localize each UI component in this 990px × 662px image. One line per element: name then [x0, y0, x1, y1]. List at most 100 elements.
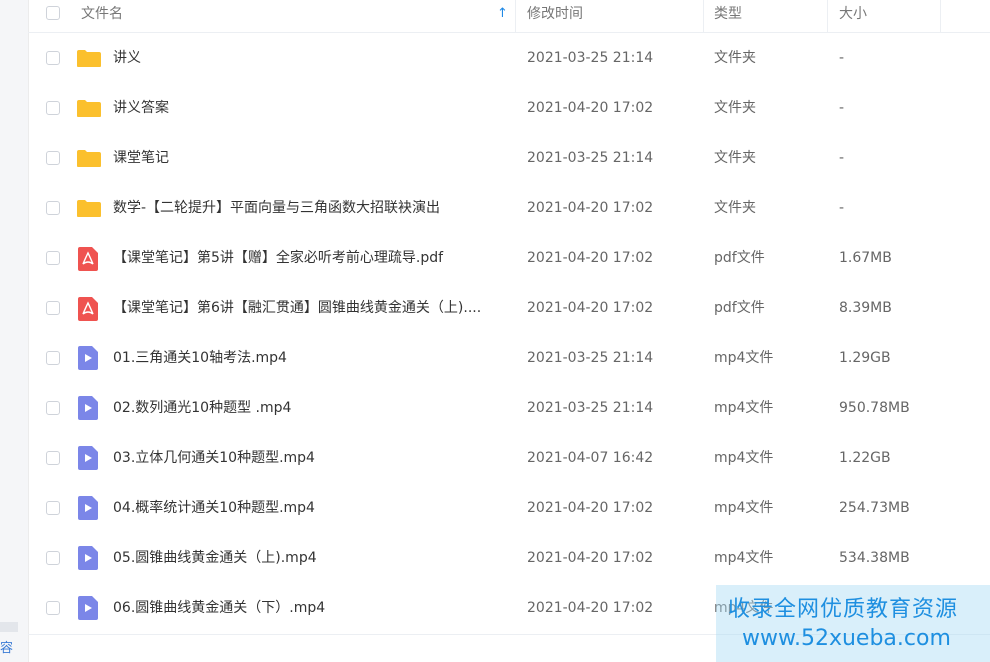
file-type: 文件夹 — [714, 200, 756, 216]
file-type: mp4文件 — [714, 450, 774, 466]
column-header-type[interactable]: 类型 — [714, 0, 742, 32]
file-type: pdf文件 — [714, 250, 765, 266]
file-name[interactable]: 06.圆锥曲线黄金通关（下）.mp4 — [113, 583, 325, 633]
file-size: 1.67MB — [839, 250, 892, 266]
file-row[interactable]: 【课堂笔记】第6讲【融汇贯通】圆锥曲线黄金通关（上).... 2021-04-2… — [28, 283, 990, 333]
file-rows: 讲义 2021-03-25 21:14 文件夹 - 讲义答案 2021-04-2… — [28, 33, 990, 633]
file-size: 8.39MB — [839, 300, 892, 316]
file-type: pdf文件 — [714, 300, 765, 316]
file-size: - — [839, 200, 845, 216]
file-row[interactable]: 02.数列通光10种题型 .mp4 2021-03-25 21:14 mp4文件… — [28, 383, 990, 433]
folder-icon — [76, 199, 102, 218]
file-size: - — [839, 50, 845, 66]
watermark-banner: 收录全网优质教育资源 www.52xueba.com — [716, 585, 990, 662]
file-modified-time: 2021-04-20 17:02 — [527, 200, 654, 216]
file-name[interactable]: 05.圆锥曲线黄金通关（上).mp4 — [113, 533, 317, 583]
video-file-icon — [78, 546, 98, 570]
row-checkbox[interactable] — [46, 51, 60, 65]
file-name[interactable]: 讲义答案 — [113, 83, 169, 133]
file-row[interactable]: 课堂笔记 2021-03-25 21:14 文件夹 - — [28, 133, 990, 183]
file-type: 文件夹 — [714, 100, 756, 116]
file-size: 1.22GB — [839, 450, 891, 466]
video-file-icon — [78, 596, 98, 620]
row-checkbox[interactable] — [46, 151, 60, 165]
file-modified-time: 2021-03-25 21:14 — [527, 50, 654, 66]
column-header-name[interactable]: 文件名 — [81, 0, 123, 32]
file-row[interactable]: 讲义答案 2021-04-20 17:02 文件夹 - — [28, 83, 990, 133]
row-checkbox[interactable] — [46, 201, 60, 215]
pdf-file-icon — [78, 297, 98, 321]
column-divider[interactable] — [827, 0, 828, 32]
file-name[interactable]: 课堂笔记 — [113, 133, 169, 183]
row-checkbox[interactable] — [46, 551, 60, 565]
column-divider[interactable] — [940, 0, 941, 32]
row-checkbox[interactable] — [46, 451, 60, 465]
sort-ascending-icon[interactable]: ↑ — [497, 6, 508, 21]
row-checkbox[interactable] — [46, 101, 60, 115]
file-modified-time: 2021-03-25 21:14 — [527, 350, 654, 366]
row-checkbox[interactable] — [46, 501, 60, 515]
row-checkbox[interactable] — [46, 601, 60, 615]
file-list: 文件名 ↑ 修改时间 类型 大小 讲义 2021-03-25 21:14 文件夹… — [28, 0, 990, 633]
video-file-icon — [78, 396, 98, 420]
file-size: 254.73MB — [839, 500, 910, 516]
file-size: - — [839, 150, 845, 166]
video-file-icon — [78, 346, 98, 370]
file-list-header: 文件名 ↑ 修改时间 类型 大小 — [28, 0, 990, 33]
file-type: mp4文件 — [714, 500, 774, 516]
folder-icon — [76, 49, 102, 68]
sidebar-text-fragment: 容 — [0, 641, 14, 656]
file-row[interactable]: 讲义 2021-03-25 21:14 文件夹 - — [28, 33, 990, 83]
folder-icon — [76, 99, 102, 118]
file-row[interactable]: 03.立体几何通关10种题型.mp4 2021-04-07 16:42 mp4文… — [28, 433, 990, 483]
sidebar-scroll-fragment — [0, 622, 18, 632]
file-row[interactable]: 04.概率统计通关10种题型.mp4 2021-04-20 17:02 mp4文… — [28, 483, 990, 533]
file-modified-time: 2021-04-07 16:42 — [527, 450, 654, 466]
file-type: mp4文件 — [714, 550, 774, 566]
row-checkbox[interactable] — [46, 351, 60, 365]
watermark-url: www.52xueba.com — [742, 626, 951, 651]
pdf-file-icon — [78, 247, 98, 271]
row-checkbox[interactable] — [46, 251, 60, 265]
file-row[interactable]: 05.圆锥曲线黄金通关（上).mp4 2021-04-20 17:02 mp4文… — [28, 533, 990, 583]
file-name[interactable]: 01.三角通关10轴考法.mp4 — [113, 333, 287, 383]
file-modified-time: 2021-04-20 17:02 — [527, 300, 654, 316]
column-header-modified[interactable]: 修改时间 — [527, 0, 583, 32]
file-modified-time: 2021-03-25 21:14 — [527, 150, 654, 166]
left-sidebar-strip: 容 — [0, 0, 29, 662]
column-divider[interactable] — [703, 0, 704, 32]
file-name[interactable]: 02.数列通光10种题型 .mp4 — [113, 383, 291, 433]
file-modified-time: 2021-04-20 17:02 — [527, 500, 654, 516]
column-header-size[interactable]: 大小 — [839, 0, 867, 32]
file-modified-time: 2021-04-20 17:02 — [527, 250, 654, 266]
watermark-slogan: 收录全网优质教育资源 — [728, 597, 959, 622]
file-name[interactable]: 03.立体几何通关10种题型.mp4 — [113, 433, 315, 483]
file-size: 950.78MB — [839, 400, 910, 416]
file-modified-time: 2021-03-25 21:14 — [527, 400, 654, 416]
file-name[interactable]: 讲义 — [113, 33, 141, 83]
file-size: - — [839, 100, 845, 116]
file-type: mp4文件 — [714, 400, 774, 416]
file-size: 1.29GB — [839, 350, 891, 366]
file-name[interactable]: 数学-【二轮提升】平面向量与三角函数大招联袂演出 — [113, 183, 440, 233]
file-name[interactable]: 04.概率统计通关10种题型.mp4 — [113, 483, 315, 533]
video-file-icon — [78, 496, 98, 520]
file-size: 534.38MB — [839, 550, 910, 566]
file-name[interactable]: 【课堂笔记】第6讲【融汇贯通】圆锥曲线黄金通关（上).... — [113, 283, 481, 333]
file-type: mp4文件 — [714, 350, 774, 366]
column-divider[interactable] — [515, 0, 516, 32]
row-checkbox[interactable] — [46, 301, 60, 315]
file-row[interactable]: 【课堂笔记】第5讲【赠】全家必听考前心理疏导.pdf 2021-04-20 17… — [28, 233, 990, 283]
file-row[interactable]: 数学-【二轮提升】平面向量与三角函数大招联袂演出 2021-04-20 17:0… — [28, 183, 990, 233]
file-type: 文件夹 — [714, 50, 756, 66]
folder-icon — [76, 149, 102, 168]
select-all-checkbox[interactable] — [46, 6, 60, 20]
file-modified-time: 2021-04-20 17:02 — [527, 550, 654, 566]
file-row[interactable]: 01.三角通关10轴考法.mp4 2021-03-25 21:14 mp4文件 … — [28, 333, 990, 383]
file-modified-time: 2021-04-20 17:02 — [527, 600, 654, 616]
file-modified-time: 2021-04-20 17:02 — [527, 100, 654, 116]
video-file-icon — [78, 446, 98, 470]
file-type: 文件夹 — [714, 150, 756, 166]
row-checkbox[interactable] — [46, 401, 60, 415]
file-name[interactable]: 【课堂笔记】第5讲【赠】全家必听考前心理疏导.pdf — [113, 233, 443, 283]
